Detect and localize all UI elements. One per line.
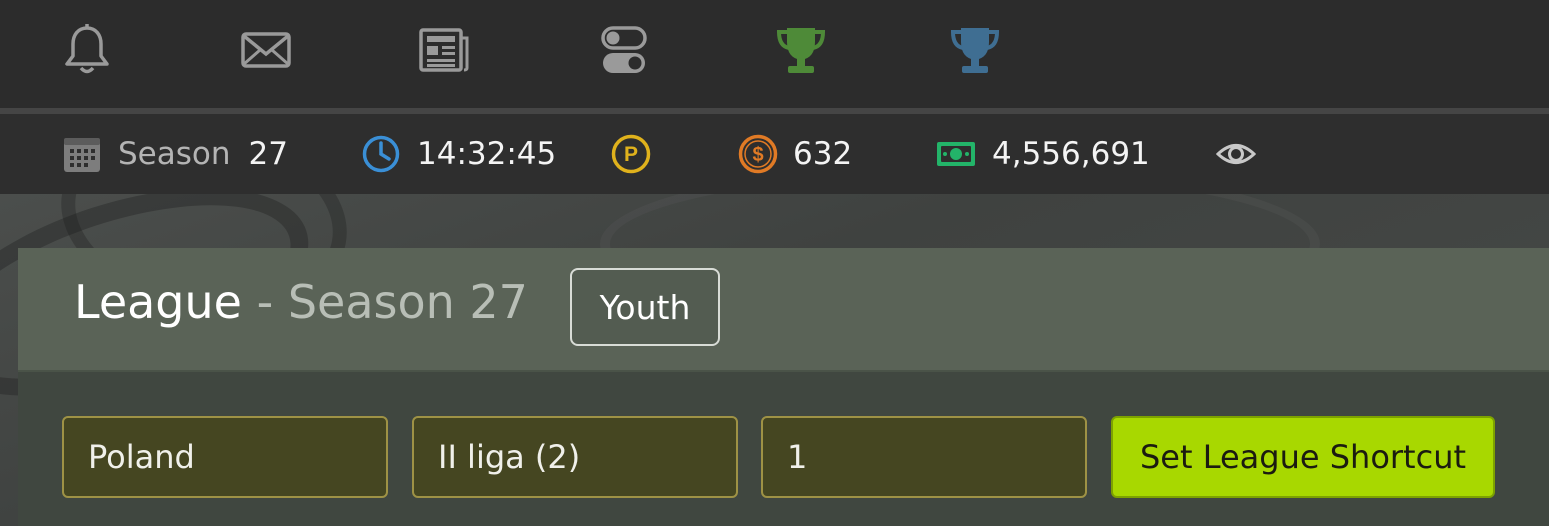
premium-icon: P [611, 134, 651, 174]
server-time: 14:32:45 [417, 136, 557, 172]
title-separator: - [241, 275, 288, 329]
coins-stat[interactable]: $ 632 [737, 114, 852, 194]
season-label: Season [118, 136, 231, 172]
coin-icon: $ [738, 134, 778, 174]
coins-value: 632 [793, 136, 853, 172]
coins-symbol: $ [752, 144, 763, 166]
trophy-green-icon[interactable] [775, 22, 827, 78]
group-select[interactable]: 1 [761, 416, 1087, 498]
premium-stat[interactable]: P [610, 114, 652, 194]
premium-symbol: P [624, 143, 638, 166]
set-league-shortcut-button[interactable]: Set League Shortcut [1111, 416, 1495, 498]
bell-icon[interactable] [61, 22, 113, 78]
season-value: 27 [248, 136, 288, 172]
eye-icon [1216, 144, 1256, 164]
season-stat: Season 27 [62, 114, 288, 194]
league-season: Season 27 [287, 275, 528, 329]
cash-icon [937, 142, 975, 166]
youth-button[interactable]: Youth [570, 268, 720, 346]
visibility-toggle[interactable] [1216, 114, 1256, 194]
mail-icon[interactable] [240, 22, 292, 78]
league-panel: League - Season 27 Youth Poland II liga … [18, 248, 1549, 526]
top-navigation-bar [0, 0, 1549, 108]
clock-icon [362, 135, 400, 173]
money-stat[interactable]: 4,556,691 [936, 114, 1150, 194]
trophy-blue-icon[interactable] [949, 22, 1001, 78]
status-bar: Season 27 14:32:45 P $ 632 4,556,691 [0, 114, 1549, 194]
league-title: League [74, 275, 242, 329]
money-value: 4,556,691 [992, 136, 1150, 172]
division-select[interactable]: II liga (2) [412, 416, 738, 498]
time-stat: 14:32:45 [361, 114, 556, 194]
country-select[interactable]: Poland [62, 416, 388, 498]
calendar-icon [64, 138, 100, 172]
page-title: League - Season 27 [74, 272, 528, 332]
newspaper-icon[interactable] [418, 22, 470, 78]
league-panel-header: League - Season 27 Youth [18, 248, 1549, 372]
toggles-icon[interactable] [598, 22, 650, 78]
